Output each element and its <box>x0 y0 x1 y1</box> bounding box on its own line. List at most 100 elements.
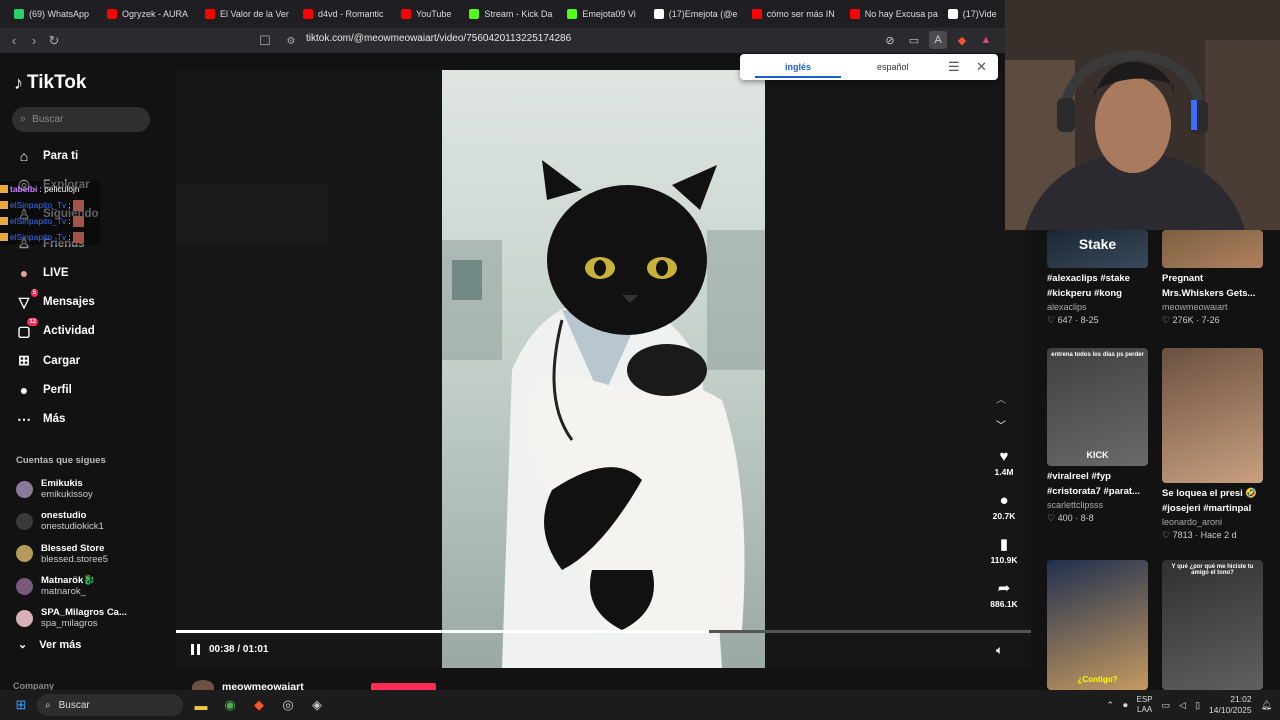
mic-icon[interactable]: ⏺ <box>1123 700 1128 711</box>
video-progress-bar[interactable] <box>176 630 1031 633</box>
sidebar-item-10[interactable]: ⋯ Más <box>16 405 99 434</box>
clock[interactable]: 21:02 14/10/2025 <box>1209 694 1252 716</box>
video-nav-arrows: ︿ ﹀ <box>996 388 1006 440</box>
related-video-card[interactable]: Stake #alexaclips #stake #kickperu #kong al… <box>1047 230 1148 326</box>
tiktok-logo[interactable]: ♪ TikTok <box>14 72 86 94</box>
bookmark-icon[interactable]: ☐ <box>255 31 275 51</box>
windows-taskbar: ⊞ ⌕ Buscar ▬ ◉ ◆ ◎ ◈ ⌃ ⏺ ESP LAA ▭ ◁ ▯ 21… <box>0 690 1280 720</box>
comment-button[interactable]: ● 20.7K <box>985 484 1023 528</box>
avatar <box>16 577 33 595</box>
chat-badge-icon <box>0 217 8 225</box>
browser-tab[interactable]: No hay Excusa pa <box>842 3 938 25</box>
mute-icon[interactable]: ⊘ <box>881 31 899 49</box>
sidebar-item-7[interactable]: ▢ 12 Actividad <box>16 317 99 346</box>
like-button[interactable]: ♥ 1.4M <box>985 440 1023 484</box>
live-icon: ● <box>19 264 29 281</box>
share-button[interactable]: ➦ 886.1K <box>985 572 1023 616</box>
close-icon[interactable]: ✕ <box>976 59 987 75</box>
notification-icon[interactable]: 🔔︎ <box>1261 700 1272 711</box>
menu-icon[interactable]: ☰ <box>948 59 960 75</box>
browser-tab[interactable]: d4vd - Romantic <box>295 3 391 25</box>
sidebar-item-6[interactable]: ▽ 5 Mensajes <box>16 287 99 316</box>
reload-icon[interactable]: ↻ <box>44 31 64 51</box>
chrome-icon[interactable]: ◉ <box>221 696 239 714</box>
taskbar-search[interactable]: ⌕ Buscar <box>37 694 183 716</box>
notification-badge: 5 <box>30 289 38 298</box>
windows-start-icon[interactable]: ⊞ <box>12 696 30 714</box>
see-more-button[interactable]: ⌄ Ver más <box>18 638 81 652</box>
related-video-card[interactable]: Se loquea el presi 🤣 #josejeri #martinpal… <box>1162 348 1263 541</box>
browser-tab[interactable]: (17)Vide <box>940 3 1005 25</box>
sidebar-item-9[interactable]: ● Perfil <box>16 375 99 404</box>
language-indicator[interactable]: ESP LAA <box>1137 695 1153 715</box>
obs-icon[interactable]: ◎ <box>279 696 297 714</box>
message-icon: ▽ 5 <box>18 289 38 310</box>
translate-tab-target[interactable]: español <box>877 62 909 72</box>
brave-icon[interactable]: ◆ <box>250 696 268 714</box>
following-item[interactable]: Emikukis emikukissoy <box>16 473 127 505</box>
browser-tab[interactable]: Stream - Kick Da <box>461 3 557 25</box>
comment-icon: ● <box>999 491 1009 509</box>
browser-tab[interactable]: El Valor de la Ver <box>197 3 293 25</box>
following-item[interactable]: onestudio onestudiokick1 <box>16 505 127 537</box>
app-icon[interactable]: ◈ <box>308 696 326 714</box>
sidebar-item-1[interactable]: ⌂ Para ti <box>16 141 99 170</box>
streamer-webcam-image <box>1005 0 1280 230</box>
translate-icon[interactable]: A <box>929 31 947 49</box>
tab-favicon-icon <box>849 9 860 19</box>
back-icon[interactable]: ‹ <box>4 31 24 51</box>
video-thumbnail <box>1162 230 1263 268</box>
brave-rewards-icon[interactable]: ▲ <box>977 31 995 49</box>
search-input[interactable]: ⌕ Buscar <box>12 107 150 132</box>
stream-chat-overlay: tabelbi: peliculojn elSinpapito_Tv: elSinp… <box>0 181 100 245</box>
browser-tab[interactable]: Ogryzek - AURA <box>99 3 195 25</box>
translate-tab-source[interactable]: inglés <box>754 62 842 78</box>
browser-tab[interactable]: Emejota09 Vi <box>559 3 643 25</box>
tiktok-note-icon: ♪ <box>14 72 23 93</box>
related-video-card[interactable]: Pregnant Mrs.Whiskers Gets... meowmeowaiar… <box>1162 230 1263 326</box>
video-thumbnail: ¿Contigo? <box>1047 560 1148 690</box>
share-icon: ➦ <box>997 579 1011 597</box>
file-explorer-icon[interactable]: ▬ <box>192 696 210 714</box>
more-icon: ⋯ <box>17 410 31 427</box>
following-item[interactable]: SPA_Milagros Ca... spa_milagros <box>16 602 127 634</box>
sidebar-item-5[interactable]: ● LIVE <box>16 258 99 287</box>
site-info-icon[interactable]: ⚙ <box>281 31 301 51</box>
heart-icon: ♡ <box>1162 530 1173 540</box>
avatar <box>16 545 33 563</box>
chevron-up-icon[interactable]: ︿ <box>996 388 1006 414</box>
save-button[interactable]: ▮ 110.9K <box>985 528 1023 572</box>
system-tray: ⌃ ⏺ ESP LAA ▭ ◁ ▯ 21:02 14/10/2025 🔔︎ <box>1107 694 1272 716</box>
chat-message: tabelbi: peliculojn <box>0 181 100 197</box>
following-item[interactable]: Blessed Store blessed.storee5 <box>16 538 127 570</box>
chat-message: elSinpapito_Tv: <box>0 197 100 213</box>
speaker-icon[interactable]: ◁ <box>1179 700 1186 711</box>
volume-icon[interactable]: 🔈︎ <box>996 643 1003 658</box>
browser-tab[interactable]: (69) WhatsApp <box>6 3 97 25</box>
related-videos: Stake #alexaclips #stake #kickperu #kong al… <box>1032 230 1280 690</box>
video-player[interactable] <box>442 70 765 668</box>
browser-tab[interactable]: YouTube <box>393 3 459 25</box>
pause-icon[interactable] <box>191 644 200 655</box>
browser-tab[interactable]: cómo ser más IN <box>744 3 840 25</box>
sidebar-item-8[interactable]: ⊞ Cargar <box>16 346 99 375</box>
network-icon[interactable]: ▭ <box>1162 700 1171 711</box>
url-field[interactable]: tiktok.com/@meowmeowaiart/video/75604201… <box>306 33 571 44</box>
heart-icon: ♡ <box>1162 315 1173 325</box>
cast-icon[interactable]: ▭ <box>905 31 923 49</box>
related-video-card[interactable]: ¿Contigo? <box>1047 560 1148 690</box>
brave-shield-icon[interactable]: ◆ <box>953 31 971 49</box>
related-video-card[interactable]: Y qué ¿por qué me hiciste tu amigo el to… <box>1162 560 1263 690</box>
bookmark-icon: ▮ <box>999 535 1009 553</box>
video-thumbnail <box>1162 348 1263 483</box>
related-video-card[interactable]: entrena todos los días ps perder KICK #vir… <box>1047 348 1148 524</box>
following-title: Cuentas que sigues <box>16 455 106 466</box>
tab-favicon-icon <box>303 9 314 19</box>
heart-icon: ♥ <box>999 447 1009 465</box>
browser-tab[interactable]: (17)Emejota (@e <box>646 3 742 25</box>
battery-icon[interactable]: ▯ <box>1195 700 1200 711</box>
chevron-down-icon[interactable]: ﹀ <box>996 414 1006 440</box>
forward-icon[interactable]: › <box>24 31 44 51</box>
chevron-up-icon[interactable]: ⌃ <box>1107 700 1115 711</box>
following-item[interactable]: Matnarök🐉 matnarok_ <box>16 570 127 602</box>
